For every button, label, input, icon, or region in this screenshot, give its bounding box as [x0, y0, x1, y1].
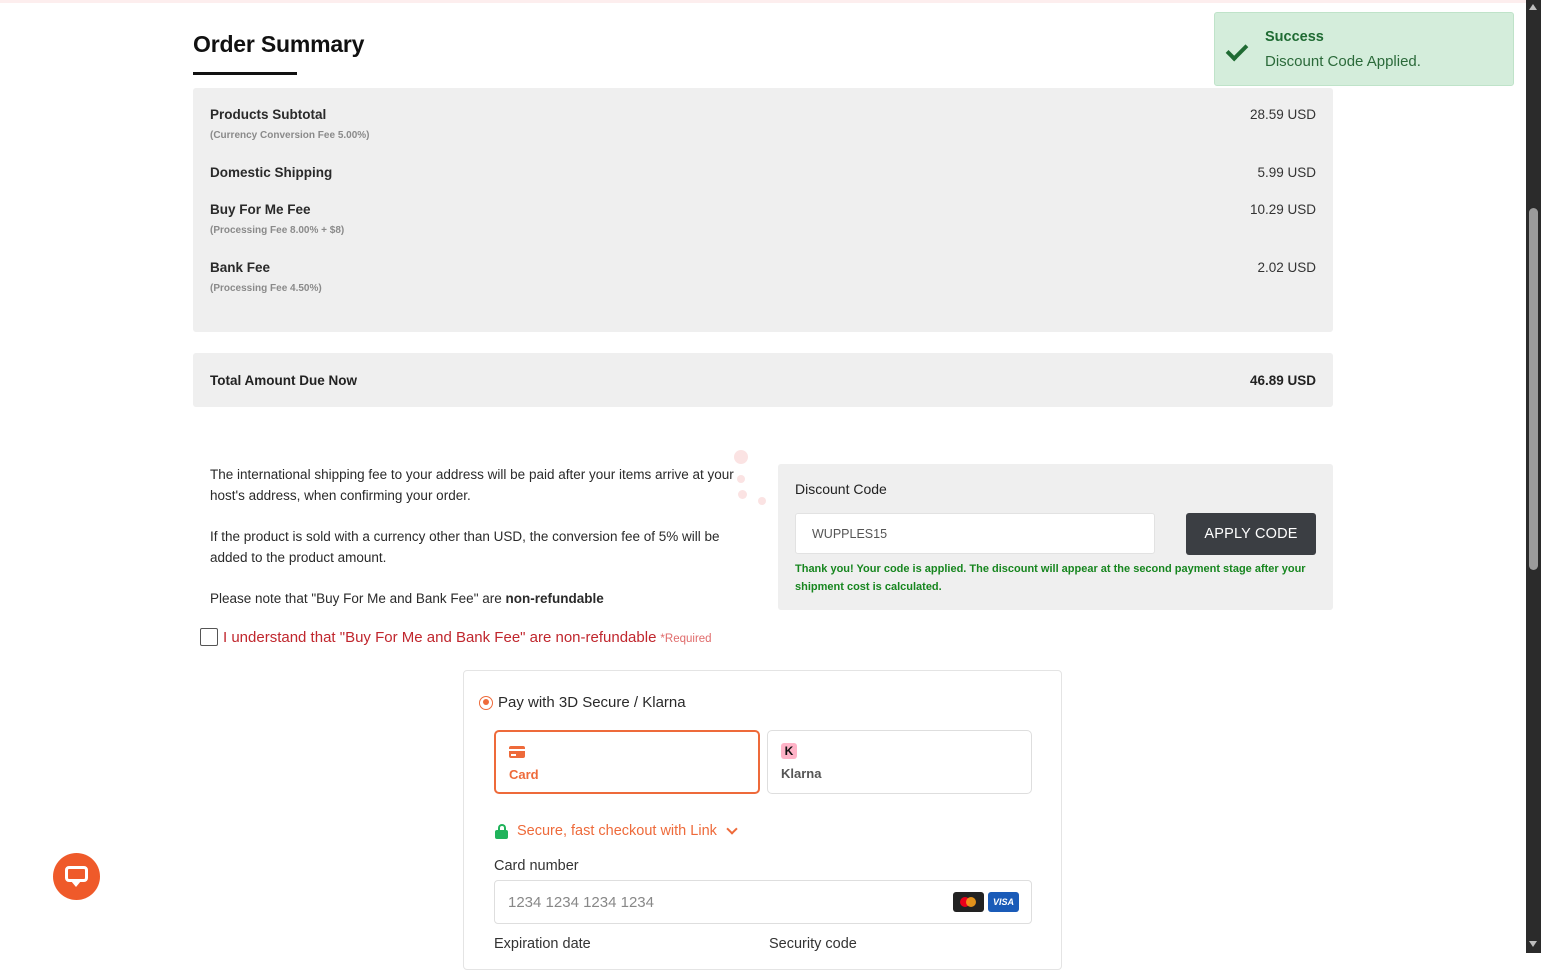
title-underline — [193, 72, 297, 75]
payment-method-label: Klarna — [781, 766, 822, 781]
summary-label: Buy For Me Fee — [210, 202, 311, 217]
note-non-refundable-prefix: Please note that "Buy For Me and Bank Fe… — [210, 591, 506, 606]
summary-label: Domestic Shipping — [210, 165, 333, 180]
summary-value: 5.99 USD — [1257, 165, 1316, 180]
payment-notes: The international shipping fee to your a… — [210, 464, 740, 629]
link-checkout-toggle[interactable]: Secure, fast checkout with Link — [495, 823, 738, 839]
summary-sublabel: (Processing Fee 8.00% + $8) — [210, 225, 345, 236]
payment-method-klarna[interactable]: K Klarna — [767, 730, 1032, 794]
note-currency-conversion: If the product is sold with a currency o… — [210, 529, 720, 565]
payment-method-card[interactable]: Card — [494, 730, 760, 794]
card-number-label: Card number — [494, 858, 579, 874]
summary-value: 2.02 USD — [1257, 260, 1316, 275]
link-checkout-text[interactable]: Secure, fast checkout with Link — [517, 823, 717, 839]
expiration-date-label: Expiration date — [494, 936, 591, 952]
top-accent-line — [0, 0, 1526, 3]
chat-button[interactable] — [53, 853, 100, 900]
checkmark-icon — [1225, 38, 1249, 62]
discount-success-message: Thank you! Your code is applied. The dis… — [795, 563, 1306, 593]
payment-option-label: Pay with 3D Secure / Klarna — [498, 694, 686, 711]
required-marker: *Required — [660, 632, 712, 645]
lock-icon — [495, 823, 508, 839]
total-amount-box: Total Amount Due Now 46.89 USD — [193, 353, 1333, 407]
note-non-refundable: Please note that "Buy For Me and Bank Fe… — [210, 588, 740, 609]
success-toast: Success Discount Code Applied. — [1214, 12, 1514, 86]
payment-panel: Pay with 3D Secure / Klarna Card K Klarn… — [463, 670, 1062, 970]
agreement-checkbox[interactable] — [200, 628, 218, 646]
security-code-label: Security code — [769, 936, 857, 952]
vertical-scrollbar[interactable] — [1526, 0, 1541, 953]
credit-card-icon — [509, 746, 525, 758]
order-summary-box: Products Subtotal (Currency Conversion F… — [193, 88, 1333, 332]
summary-value: 10.29 USD — [1249, 202, 1316, 217]
page-title: Order Summary — [193, 31, 365, 57]
summary-value: 28.59 USD — [1249, 107, 1316, 122]
visa-icon: VISA — [988, 892, 1019, 912]
mastercard-icon — [953, 892, 984, 912]
apply-code-button[interactable]: APPLY CODE — [1186, 513, 1316, 555]
payment-option-radio[interactable] — [479, 695, 493, 710]
total-label: Total Amount Due Now — [210, 373, 357, 388]
payment-method-label: Card — [509, 767, 539, 782]
scrollbar-thumb[interactable] — [1529, 208, 1538, 570]
chat-bubble-icon — [65, 866, 88, 882]
summary-label: Products Subtotal — [210, 107, 327, 122]
klarna-icon: K — [781, 743, 797, 759]
summary-label: Bank Fee — [210, 260, 271, 275]
discount-code-box: Discount Code APPLY CODE Thank you! Your… — [778, 464, 1333, 610]
non-refundable-agreement[interactable]: I understand that "Buy For Me and Bank F… — [200, 628, 712, 646]
payment-option[interactable]: Pay with 3D Secure / Klarna — [479, 694, 686, 711]
summary-sublabel: (Currency Conversion Fee 5.00%) — [210, 130, 370, 141]
card-number-input[interactable] — [494, 880, 1032, 924]
scroll-up-arrow-icon[interactable] — [1529, 4, 1537, 10]
note-international-shipping: The international shipping fee to your a… — [210, 467, 734, 503]
summary-sublabel: (Processing Fee 4.50%) — [210, 283, 322, 294]
discount-code-label: Discount Code — [795, 481, 887, 497]
toast-title: Success — [1265, 29, 1324, 45]
discount-code-input[interactable] — [795, 513, 1155, 554]
agreement-text[interactable]: I understand that "Buy For Me and Bank F… — [223, 629, 656, 646]
total-value: 46.89 USD — [1249, 373, 1316, 388]
chevron-down-icon[interactable] — [726, 823, 738, 835]
scroll-down-arrow-icon[interactable] — [1529, 941, 1537, 947]
toast-message: Discount Code Applied. — [1265, 53, 1421, 70]
note-non-refundable-bold: non-refundable — [505, 591, 604, 606]
